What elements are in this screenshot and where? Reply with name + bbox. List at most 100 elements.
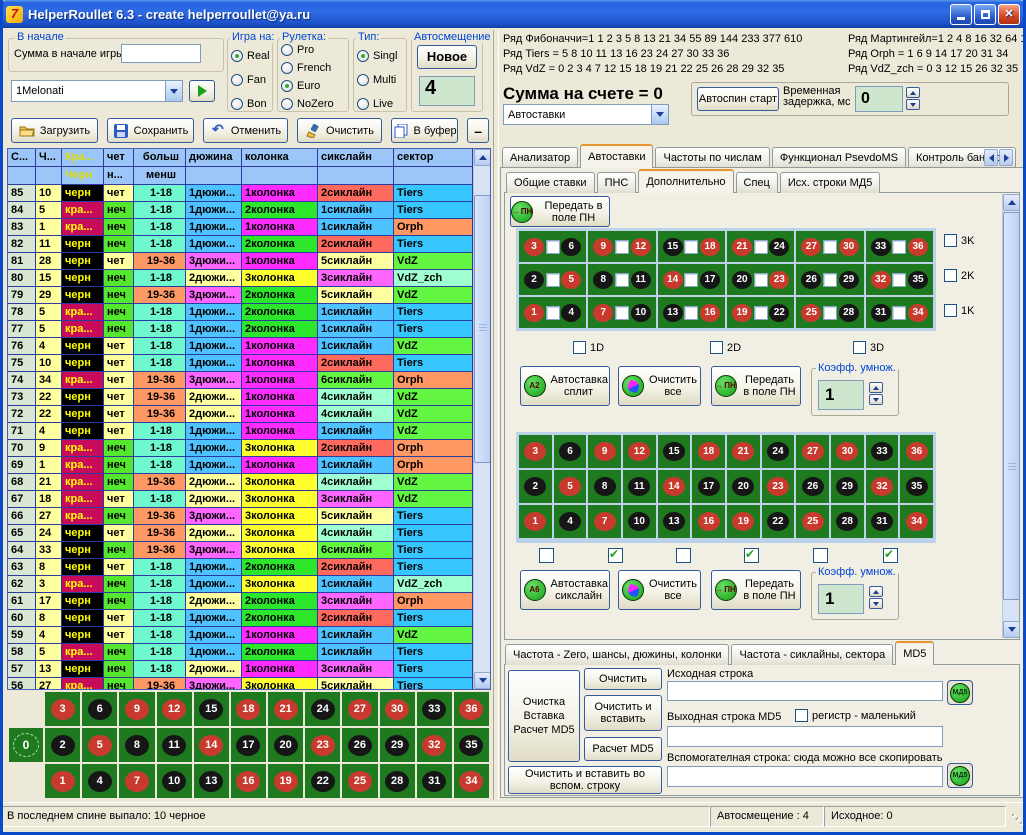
grid-number[interactable]: 17: [700, 271, 720, 289]
d-checkbox[interactable]: [853, 341, 866, 354]
split-checkbox[interactable]: [892, 240, 906, 254]
freqtab-md5[interactable]: MD5: [895, 641, 934, 665]
board-number-cell[interactable]: 27: [342, 692, 377, 726]
subtab-исх-строки-мд5[interactable]: Исх. строки МД5: [780, 172, 881, 193]
column-header[interactable]: менш: [134, 167, 186, 184]
sixline-number-cell[interactable]: 10: [623, 505, 656, 538]
board-number-cell[interactable]: 4: [82, 764, 117, 798]
column-header[interactable]: [318, 167, 394, 184]
sixline-number-cell[interactable]: 3: [519, 435, 552, 468]
spin-down-icon[interactable]: [869, 394, 883, 405]
table-row[interactable]: 8015черннеч1-182дюжи...3колонка3сиклайнV…: [8, 270, 473, 287]
column-header[interactable]: чет: [104, 149, 134, 166]
table-row[interactable]: 7222чернчет19-362дюжи...1колонка4сиклайн…: [8, 406, 473, 423]
preset-combobox[interactable]: 1Melonati: [11, 80, 183, 102]
clear-all-button-1[interactable]: Очистить все: [618, 366, 701, 406]
sixline-number-cell[interactable]: 21: [727, 435, 760, 468]
sixline-number-cell[interactable]: 33: [866, 435, 899, 468]
grid-number[interactable]: 30: [839, 238, 859, 256]
board-zero-cell[interactable]: 0: [9, 728, 43, 762]
column-header[interactable]: С...: [8, 149, 36, 166]
radio-icon[interactable]: [231, 50, 243, 62]
md5-register-check[interactable]: регистр - маленький: [795, 709, 916, 722]
sixline-number-cell[interactable]: 30: [831, 435, 864, 468]
grid-number[interactable]: 35: [908, 271, 928, 289]
delay-spinner[interactable]: [906, 87, 920, 110]
chevron-down-icon[interactable]: [165, 81, 182, 101]
table-row[interactable]: 638чернчет1-181дюжи...2колонка2сиклайнTi…: [8, 559, 473, 576]
check-2d[interactable]: 2D: [710, 341, 741, 354]
sixline-number-cell[interactable]: 15: [658, 435, 691, 468]
md5-src-input[interactable]: [667, 681, 943, 701]
close-button[interactable]: ✕: [998, 4, 1020, 25]
radio-icon[interactable]: [357, 50, 369, 62]
table-row[interactable]: 608чернчет1-181дюжи...2колонка2сиклайнTi…: [8, 610, 473, 627]
check-2k[interactable]: 2K: [944, 269, 974, 282]
board-number-cell[interactable]: 22: [305, 764, 340, 798]
board-number-cell[interactable]: 34: [454, 764, 489, 798]
tab-scroll-right-icon[interactable]: [999, 149, 1013, 166]
start-sum-input[interactable]: [121, 44, 201, 63]
sixline-number-cell[interactable]: 16: [692, 505, 725, 538]
column-header[interactable]: [186, 167, 242, 184]
board-number-cell[interactable]: 2: [45, 728, 80, 762]
grid-number[interactable]: 12: [631, 238, 651, 256]
radio-icon[interactable]: [281, 98, 293, 110]
spin-up-icon[interactable]: [906, 87, 920, 98]
grid-number[interactable]: 21: [732, 238, 752, 256]
grid-number[interactable]: 32: [871, 271, 891, 289]
split-checkbox[interactable]: [615, 306, 629, 320]
board-number-cell[interactable]: 29: [380, 728, 415, 762]
split-checkbox[interactable]: [615, 273, 629, 287]
grid-number[interactable]: 8: [593, 271, 613, 289]
sixline-number-cell[interactable]: 8: [588, 470, 621, 503]
sixline-number-cell[interactable]: 24: [762, 435, 795, 468]
sixline-number-cell[interactable]: 7: [588, 505, 621, 538]
sixline-number-cell[interactable]: 19: [727, 505, 760, 538]
sixline-checkbox[interactable]: [883, 548, 898, 563]
grid-number[interactable]: 29: [839, 271, 859, 289]
grid-number[interactable]: 1: [524, 304, 544, 322]
sixline-number-cell[interactable]: 25: [796, 505, 829, 538]
md5-tall-button[interactable]: Очистка Вставка Расчет MD5: [508, 670, 580, 762]
d-checkbox[interactable]: [710, 341, 723, 354]
split-checkbox[interactable]: [754, 240, 768, 254]
column-header[interactable]: [242, 167, 318, 184]
grid-number[interactable]: 33: [871, 238, 891, 256]
tab-функционал-psevdoms[interactable]: Функционал PsevdoMS: [772, 147, 906, 168]
board-number-cell[interactable]: 23: [305, 728, 340, 762]
k-checkbox[interactable]: [944, 269, 957, 282]
board-number-cell[interactable]: 21: [268, 692, 303, 726]
grid-number[interactable]: 18: [700, 238, 720, 256]
clear-all-button-2[interactable]: Очистить все: [618, 570, 701, 610]
sixline-number-cell[interactable]: 5: [554, 470, 587, 503]
maximize-button[interactable]: [974, 4, 996, 25]
k-checkbox[interactable]: [944, 304, 957, 317]
grid-number[interactable]: 25: [801, 304, 821, 322]
split-checkbox[interactable]: [823, 273, 837, 287]
grid-number[interactable]: 16: [700, 304, 720, 322]
scroll-down-icon[interactable]: [474, 672, 491, 689]
column-header[interactable]: н...: [104, 167, 134, 184]
column-header[interactable]: [36, 167, 62, 184]
grid-number[interactable]: 13: [663, 304, 683, 322]
board-number-cell[interactable]: 17: [231, 728, 266, 762]
board-number-cell[interactable]: 20: [268, 728, 303, 762]
scroll-up-icon[interactable]: [474, 149, 491, 166]
grid-number[interactable]: 10: [631, 304, 651, 322]
grid-number[interactable]: 4: [561, 304, 581, 322]
radio-option-singl[interactable]: Singl: [357, 44, 397, 68]
sixline-number-cell[interactable]: 4: [554, 505, 587, 538]
sixline-number-cell[interactable]: 12: [623, 435, 656, 468]
sixline-number-cell[interactable]: 9: [588, 435, 621, 468]
sixline-number-cell[interactable]: 13: [658, 505, 691, 538]
radio-icon[interactable]: [357, 98, 369, 110]
table-row[interactable]: 623кра...неч1-181дюжи...3колонка1сиклайн…: [8, 576, 473, 593]
table-row[interactable]: 845кра...неч1-181дюжи...2колонка1сиклайн…: [8, 202, 473, 219]
d-checkbox[interactable]: [573, 341, 586, 354]
table-row[interactable]: 764чернчет1-181дюжи...1колонка1сиклайнVd…: [8, 338, 473, 355]
title-bar[interactable]: 7 HelperRoullet 6.3 - create helperroull…: [0, 0, 1026, 28]
grid-number[interactable]: 26: [801, 271, 821, 289]
chevron-down-icon[interactable]: [651, 105, 668, 124]
table-row[interactable]: 5627кра...неч19-363дюжи...3колонка5сикла…: [8, 678, 473, 690]
